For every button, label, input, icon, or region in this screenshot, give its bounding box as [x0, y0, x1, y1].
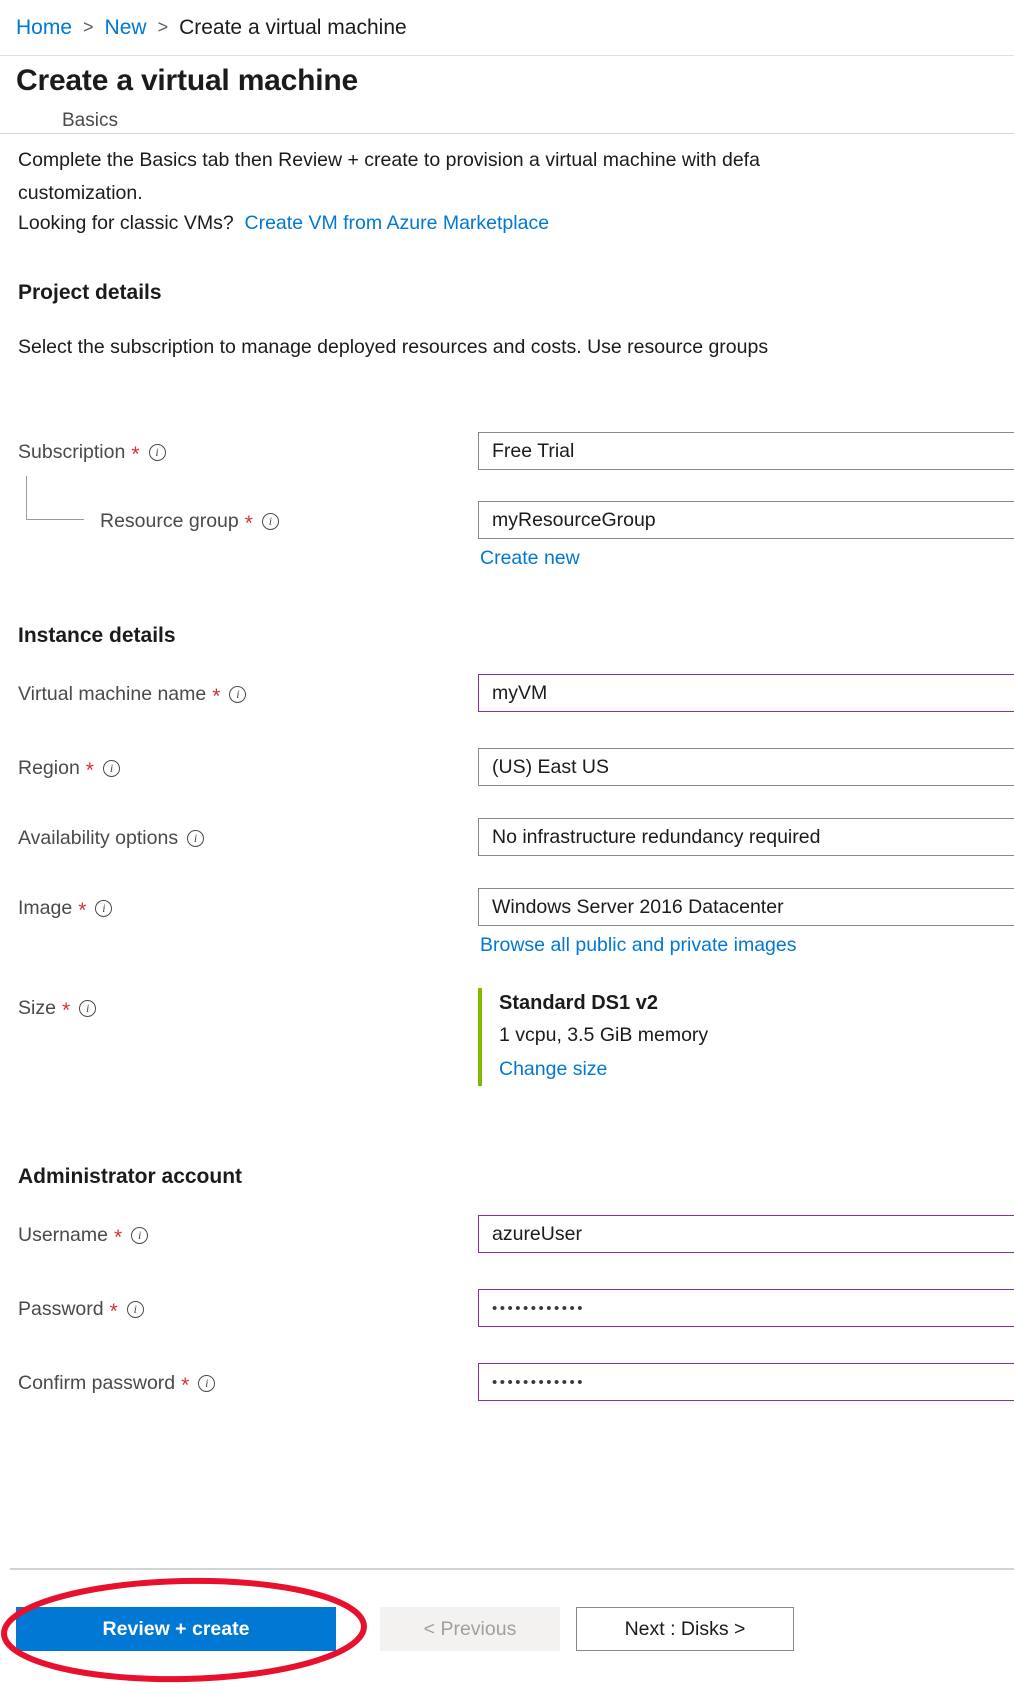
breadcrumb-separator-icon: >: [83, 17, 94, 38]
form-row-vm-name: Virtual machine name * i myVM: [0, 674, 1014, 714]
tabstrip-divider: [0, 133, 1014, 134]
required-indicator: *: [131, 444, 139, 465]
breadcrumb-item-new[interactable]: New: [105, 16, 147, 40]
size-name: Standard DS1 v2: [499, 988, 1014, 1018]
form-row-availability-options: Availability options i No infrastructure…: [0, 818, 1014, 858]
label-confirm-password: Confirm password * i: [18, 1363, 215, 1403]
label-vm-name-text: Virtual machine name: [18, 683, 206, 706]
vm-name-value: myVM: [492, 682, 547, 705]
label-resource-group: Resource group * i: [100, 501, 279, 541]
required-indicator: *: [181, 1375, 189, 1396]
info-icon[interactable]: i: [103, 760, 120, 777]
image-select[interactable]: Windows Server 2016 Datacenter: [478, 888, 1014, 926]
label-resource-group-text: Resource group: [100, 510, 239, 533]
review-create-button[interactable]: Review + create: [16, 1607, 336, 1651]
required-indicator: *: [114, 1227, 122, 1248]
classic-vm-text: Looking for classic VMs?: [18, 212, 234, 234]
password-value: ••••••••••••: [492, 1300, 585, 1317]
breadcrumb-item-home[interactable]: Home: [16, 16, 72, 40]
label-image-text: Image: [18, 897, 72, 920]
label-confirm-password-text: Confirm password: [18, 1372, 175, 1395]
info-icon[interactable]: i: [79, 1000, 96, 1017]
info-icon[interactable]: i: [127, 1301, 144, 1318]
label-password: Password * i: [18, 1289, 144, 1329]
section-heading-administrator-account: Administrator account: [18, 1165, 242, 1189]
required-indicator: *: [110, 1301, 118, 1322]
breadcrumb-item-current: Create a virtual machine: [179, 16, 407, 40]
resource-group-value: myResourceGroup: [492, 509, 656, 532]
previous-button: < Previous: [380, 1607, 560, 1651]
section-description-project-details: Select the subscription to manage deploy…: [18, 331, 1014, 364]
info-icon[interactable]: i: [131, 1227, 148, 1244]
label-subscription-text: Subscription: [18, 441, 125, 464]
username-value: azureUser: [492, 1223, 582, 1246]
label-availability-options-text: Availability options: [18, 827, 178, 850]
required-indicator: *: [62, 1000, 70, 1021]
info-icon[interactable]: i: [95, 900, 112, 917]
intro-description: Complete the Basics tab then Review + cr…: [18, 144, 1014, 210]
intro-line-2: customization.: [18, 177, 1014, 210]
info-icon[interactable]: i: [149, 444, 166, 461]
info-icon[interactable]: i: [262, 513, 279, 530]
intro-line-1: Complete the Basics tab then Review + cr…: [18, 149, 760, 171]
size-specs: 1 vcpu, 3.5 GiB memory: [499, 1018, 1014, 1052]
section-heading-project-details: Project details: [18, 281, 162, 305]
label-availability-options: Availability options i: [18, 818, 204, 858]
label-password-text: Password: [18, 1298, 104, 1321]
confirm-password-input[interactable]: ••••••••••••: [478, 1363, 1014, 1401]
info-icon[interactable]: i: [198, 1375, 215, 1392]
label-region-text: Region: [18, 757, 80, 780]
next-disks-button[interactable]: Next : Disks >: [576, 1607, 794, 1651]
username-input[interactable]: azureUser: [478, 1215, 1014, 1253]
page-title: Create a virtual machine: [16, 64, 358, 98]
section-heading-instance-details: Instance details: [18, 624, 176, 648]
classic-vm-prompt: Looking for classic VMs? Create VM from …: [18, 208, 549, 238]
subscription-select[interactable]: Free Trial: [478, 432, 1014, 470]
resource-group-select[interactable]: myResourceGroup: [478, 501, 1014, 539]
form-row-confirm-password: Confirm password * i ••••••••••••: [0, 1363, 1014, 1403]
required-indicator: *: [212, 686, 220, 707]
required-indicator: *: [78, 900, 86, 921]
form-row-password: Password * i ••••••••••••: [0, 1289, 1014, 1329]
tab-basics-clipped[interactable]: Basics: [62, 110, 118, 134]
change-size-link[interactable]: Change size: [499, 1052, 607, 1086]
form-row-image: Image * i Windows Server 2016 Datacenter: [0, 888, 1014, 928]
breadcrumb: Home > New > Create a virtual machine: [0, 0, 1014, 56]
label-size-text: Size: [18, 997, 56, 1020]
create-new-resource-group-link[interactable]: Create new: [480, 547, 580, 570]
form-row-subscription: Subscription * i Free Trial: [0, 432, 1014, 472]
label-username: Username * i: [18, 1215, 148, 1255]
create-vm-from-marketplace-link[interactable]: Create VM from Azure Marketplace: [245, 212, 550, 234]
form-row-region: Region * i (US) East US: [0, 748, 1014, 788]
subscription-value: Free Trial: [492, 440, 574, 463]
label-size: Size * i: [18, 988, 96, 1028]
confirm-password-value: ••••••••••••: [492, 1374, 585, 1391]
label-image: Image * i: [18, 888, 112, 928]
label-region: Region * i: [18, 748, 120, 788]
required-indicator: *: [86, 760, 94, 781]
image-value: Windows Server 2016 Datacenter: [492, 896, 784, 919]
browse-images-link[interactable]: Browse all public and private images: [480, 934, 797, 957]
label-vm-name: Virtual machine name * i: [18, 674, 246, 714]
region-value: (US) East US: [492, 756, 609, 779]
breadcrumb-separator-icon: >: [158, 17, 169, 38]
region-select[interactable]: (US) East US: [478, 748, 1014, 786]
availability-options-value: No infrastructure redundancy required: [492, 826, 820, 849]
label-subscription: Subscription * i: [18, 432, 166, 472]
size-summary-card: Standard DS1 v2 1 vcpu, 3.5 GiB memory C…: [478, 988, 1014, 1086]
label-username-text: Username: [18, 1224, 108, 1247]
password-input[interactable]: ••••••••••••: [478, 1289, 1014, 1327]
footer-divider: [10, 1568, 1014, 1570]
form-row-username: Username * i azureUser: [0, 1215, 1014, 1255]
form-row-resource-group: Resource group * i myResourceGroup: [0, 501, 1014, 541]
required-indicator: *: [245, 513, 253, 534]
availability-options-select[interactable]: No infrastructure redundancy required: [478, 818, 1014, 856]
info-icon[interactable]: i: [187, 830, 204, 847]
info-icon[interactable]: i: [229, 686, 246, 703]
vm-name-input[interactable]: myVM: [478, 674, 1014, 712]
